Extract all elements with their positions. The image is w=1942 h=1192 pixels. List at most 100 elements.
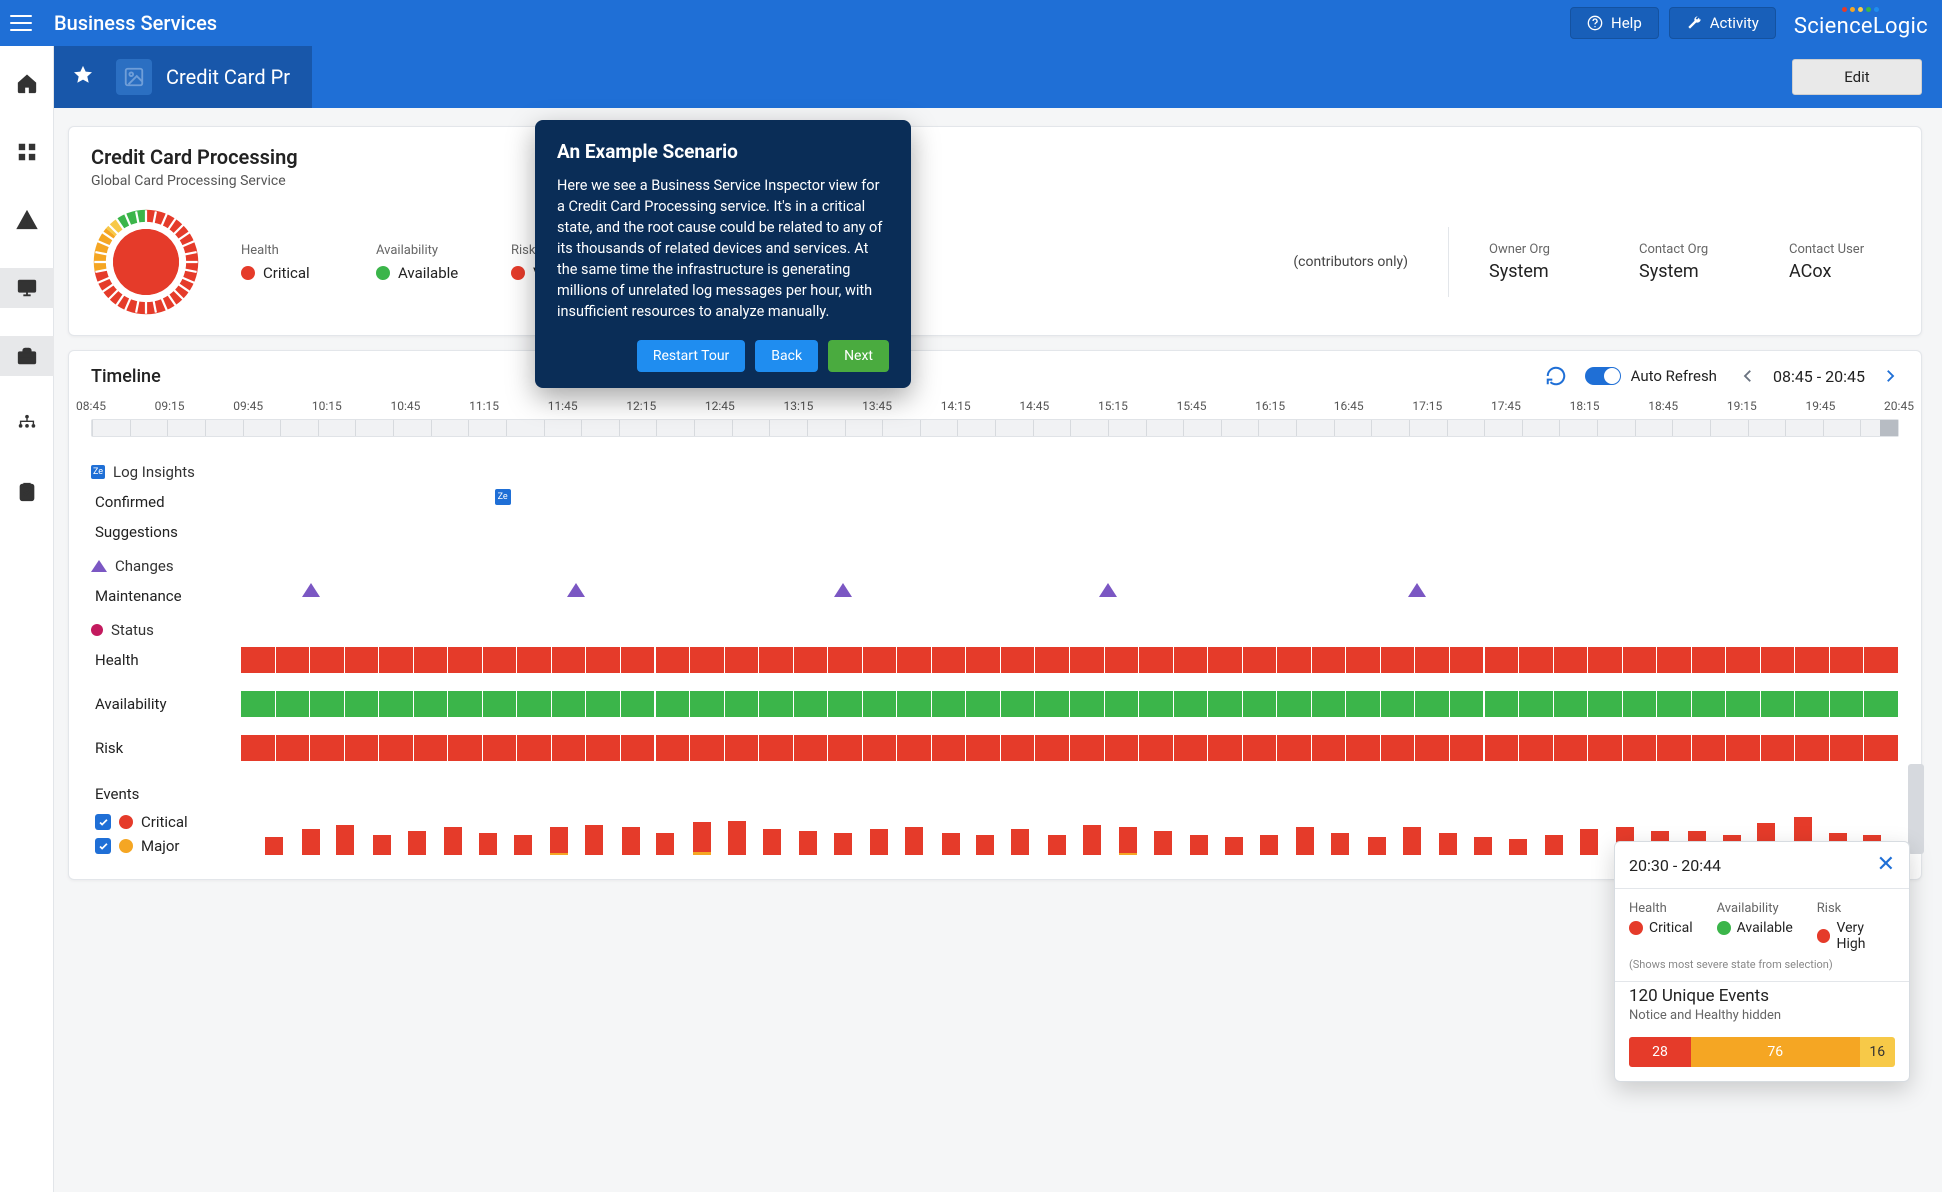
detail-close-button[interactable]: ✕ xyxy=(1877,854,1895,876)
status-cell[interactable] xyxy=(276,691,311,717)
status-cell[interactable] xyxy=(1035,735,1070,761)
event-bar[interactable] xyxy=(870,829,888,855)
status-cell[interactable] xyxy=(1657,647,1692,673)
event-bar[interactable] xyxy=(834,833,852,855)
status-cell[interactable] xyxy=(725,691,760,717)
status-cell[interactable] xyxy=(1346,691,1381,717)
status-cell[interactable] xyxy=(483,691,518,717)
status-cell[interactable] xyxy=(656,647,691,673)
status-cell[interactable] xyxy=(759,691,794,717)
status-cell[interactable] xyxy=(1726,691,1761,717)
nav-checklist[interactable] xyxy=(0,472,54,512)
lane-availability-track[interactable] xyxy=(241,691,1899,717)
status-cell[interactable] xyxy=(932,691,967,717)
timeline-ruler[interactable]: 08:4509:1509:4510:1510:4511:1511:4512:15… xyxy=(69,395,1921,447)
status-cell[interactable] xyxy=(517,691,552,717)
status-cell[interactable] xyxy=(448,647,483,673)
status-cell[interactable] xyxy=(1657,691,1692,717)
hamburger-icon[interactable] xyxy=(10,15,32,31)
event-bar[interactable] xyxy=(444,827,462,855)
status-cell[interactable] xyxy=(1243,647,1278,673)
status-cell[interactable] xyxy=(310,735,345,761)
status-cell[interactable] xyxy=(1139,691,1174,717)
nav-home[interactable] xyxy=(0,64,54,104)
status-cell[interactable] xyxy=(1001,691,1036,717)
event-bar[interactable] xyxy=(1331,833,1349,855)
status-cell[interactable] xyxy=(966,735,1001,761)
status-cell[interactable] xyxy=(1277,691,1312,717)
status-cell[interactable] xyxy=(1554,691,1589,717)
status-cell[interactable] xyxy=(241,647,276,673)
maintenance-marker-icon[interactable] xyxy=(834,583,852,597)
status-cell[interactable] xyxy=(1485,647,1520,673)
status-cell[interactable] xyxy=(483,735,518,761)
event-bar[interactable] xyxy=(373,835,391,855)
event-bar[interactable] xyxy=(1154,831,1172,855)
status-cell[interactable] xyxy=(517,647,552,673)
status-cell[interactable] xyxy=(414,647,449,673)
status-cell[interactable] xyxy=(379,647,414,673)
status-cell[interactable] xyxy=(1105,647,1140,673)
status-cell[interactable] xyxy=(759,647,794,673)
event-bar[interactable] xyxy=(1474,837,1492,855)
event-bar[interactable] xyxy=(265,837,283,855)
status-cell[interactable] xyxy=(1692,647,1727,673)
timeline-prev-icon[interactable] xyxy=(1739,367,1757,385)
status-cell[interactable] xyxy=(1312,735,1347,761)
status-cell[interactable] xyxy=(1450,691,1485,717)
status-cell[interactable] xyxy=(897,691,932,717)
event-bar[interactable] xyxy=(693,822,711,855)
status-cell[interactable] xyxy=(586,691,621,717)
status-cell[interactable] xyxy=(1692,691,1727,717)
auto-refresh-toggle[interactable] xyxy=(1585,367,1621,385)
refresh-icon[interactable] xyxy=(1545,365,1567,387)
status-cell[interactable] xyxy=(1761,735,1796,761)
lane-maintenance-track[interactable] xyxy=(241,583,1899,609)
status-cell[interactable] xyxy=(1450,647,1485,673)
status-cell[interactable] xyxy=(1277,735,1312,761)
nav-alerts[interactable] xyxy=(0,200,54,240)
event-bar[interactable] xyxy=(1403,827,1421,855)
event-bar[interactable] xyxy=(1439,833,1457,855)
ruler-selection[interactable] xyxy=(1880,420,1898,436)
status-cell[interactable] xyxy=(1623,691,1658,717)
status-cell[interactable] xyxy=(552,735,587,761)
lane-suggestions-track[interactable] xyxy=(241,519,1899,545)
status-cell[interactable] xyxy=(1588,735,1623,761)
status-cell[interactable] xyxy=(690,691,725,717)
status-cell[interactable] xyxy=(1174,735,1209,761)
status-cell[interactable] xyxy=(690,647,725,673)
nav-services[interactable] xyxy=(0,336,54,376)
status-cell[interactable] xyxy=(1243,735,1278,761)
status-cell[interactable] xyxy=(1623,647,1658,673)
status-cell[interactable] xyxy=(276,647,311,673)
status-cell[interactable] xyxy=(1657,735,1692,761)
status-cell[interactable] xyxy=(1864,647,1899,673)
event-bar[interactable] xyxy=(1048,835,1066,855)
status-cell[interactable] xyxy=(621,691,656,717)
status-cell[interactable] xyxy=(1588,647,1623,673)
status-cell[interactable] xyxy=(1519,691,1554,717)
event-bar[interactable] xyxy=(1119,827,1137,855)
status-cell[interactable] xyxy=(863,735,898,761)
status-cell[interactable] xyxy=(586,647,621,673)
event-bar[interactable] xyxy=(479,833,497,855)
status-cell[interactable] xyxy=(1761,691,1796,717)
status-cell[interactable] xyxy=(966,647,1001,673)
activity-button[interactable]: Activity xyxy=(1669,7,1776,39)
status-cell[interactable] xyxy=(483,647,518,673)
event-bar[interactable] xyxy=(728,821,746,855)
status-cell[interactable] xyxy=(586,735,621,761)
event-bar[interactable] xyxy=(1225,837,1243,855)
status-cell[interactable] xyxy=(1174,647,1209,673)
status-cell[interactable] xyxy=(1381,647,1416,673)
confirmed-marker-icon[interactable]: Ze xyxy=(495,489,511,505)
status-cell[interactable] xyxy=(310,647,345,673)
status-cell[interactable] xyxy=(1381,691,1416,717)
tour-next-button[interactable]: Next xyxy=(828,340,889,372)
event-bar[interactable] xyxy=(1509,839,1527,855)
event-bar[interactable] xyxy=(1368,837,1386,855)
status-cell[interactable] xyxy=(1623,735,1658,761)
status-cell[interactable] xyxy=(1692,735,1727,761)
status-cell[interactable] xyxy=(1415,647,1450,673)
